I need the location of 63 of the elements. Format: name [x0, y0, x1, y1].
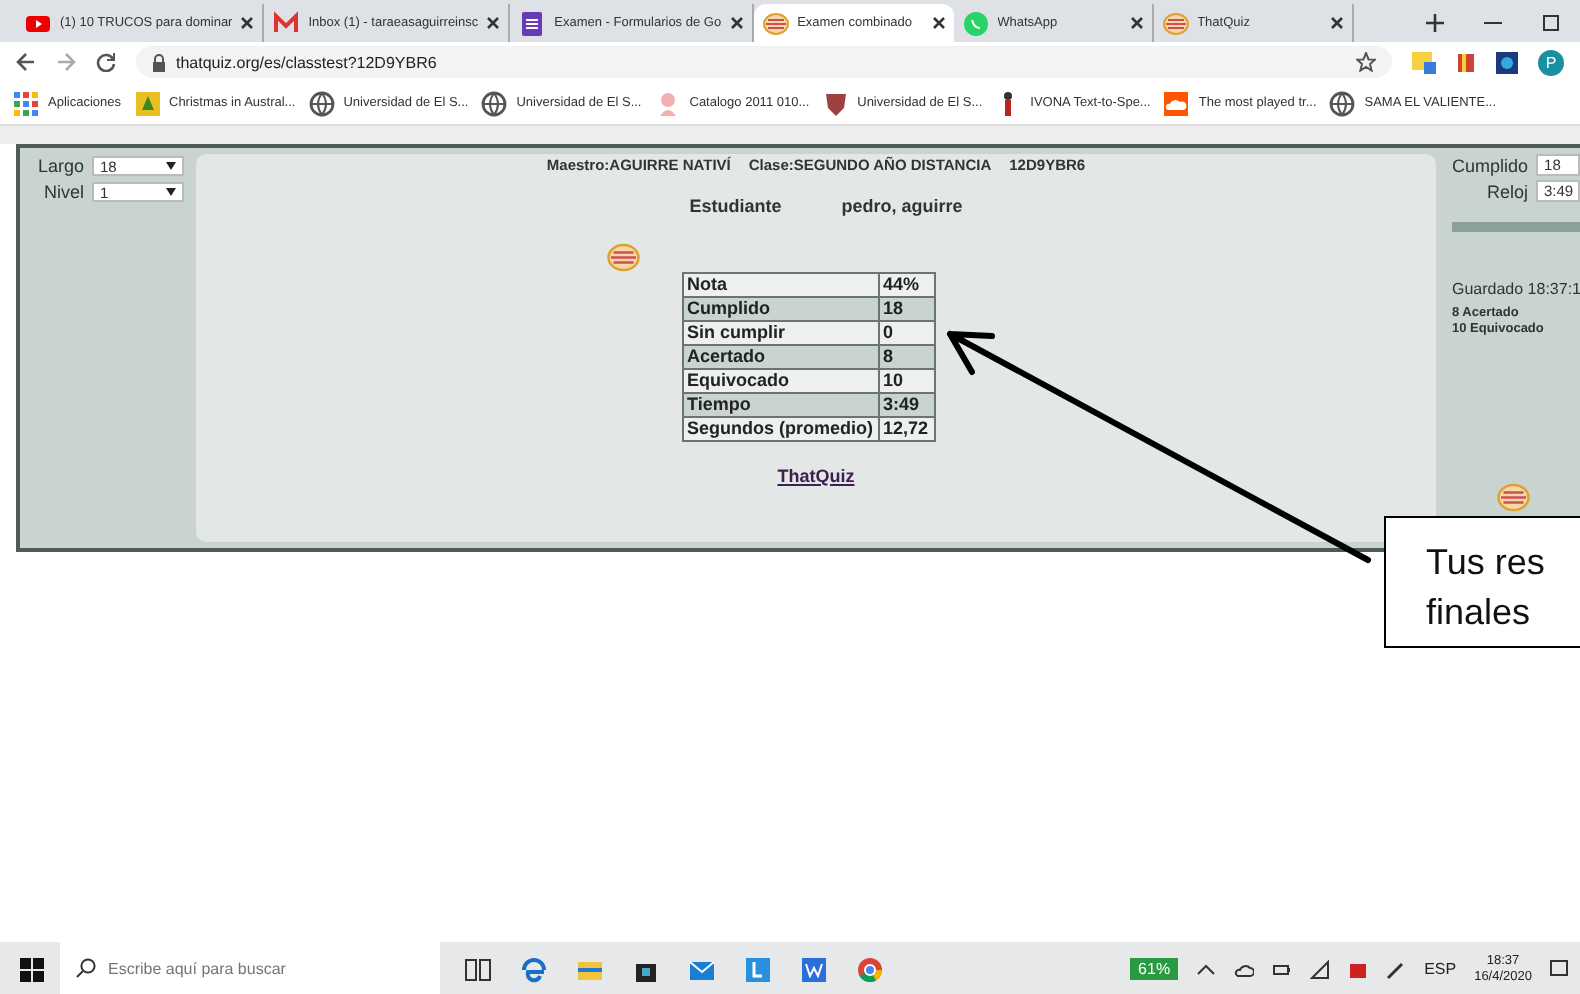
callout-text: Tus res finales — [1384, 516, 1580, 648]
field-label: Cumplido — [1452, 155, 1529, 175]
field-label: Nivel — [43, 182, 84, 202]
battery-icon[interactable] — [1272, 959, 1293, 979]
table-cell: Cumplido — [682, 297, 878, 321]
document-icon[interactable] — [800, 955, 828, 983]
profile-avatar[interactable]: P — [1538, 49, 1564, 75]
windows-icon[interactable] — [20, 957, 44, 981]
close-icon[interactable] — [240, 16, 255, 30]
crest-icon — [821, 89, 850, 117]
globe-icon — [1328, 89, 1357, 117]
table-cell: Nota — [682, 273, 878, 297]
chat-icon — [961, 9, 990, 37]
cloud-icon[interactable] — [1234, 959, 1255, 979]
reload-icon[interactable] — [96, 52, 116, 72]
chrome-icon[interactable] — [856, 955, 884, 983]
extension-icon[interactable] — [1456, 51, 1476, 73]
close-icon[interactable] — [486, 16, 501, 30]
battery-indicator: 61% — [1130, 958, 1179, 980]
table-cell: Sin cumplir — [682, 321, 878, 345]
student-label: Estudiante — [689, 196, 782, 216]
apps-icon — [12, 89, 40, 117]
star-icon[interactable] — [1356, 52, 1376, 72]
close-icon[interactable] — [931, 16, 946, 30]
address-field[interactable]: thatquiz.org/es/classtest?12D9YBR6 — [136, 46, 1392, 78]
thatquiz-link[interactable]: ThatQuiz — [777, 466, 855, 486]
notification-icon[interactable] — [1550, 959, 1568, 979]
close-icon[interactable] — [729, 16, 744, 30]
form-icon — [518, 9, 547, 37]
folder-icon[interactable] — [1412, 50, 1436, 74]
field-label: Largo — [37, 156, 84, 176]
task-view-icon[interactable] — [464, 955, 492, 983]
search-icon — [76, 958, 96, 978]
wifi-icon[interactable] — [1310, 959, 1331, 979]
caret-up-icon[interactable] — [1196, 959, 1217, 979]
extension-icon[interactable] — [1496, 51, 1518, 73]
caret-icon — [166, 188, 176, 196]
back-icon[interactable] — [16, 52, 36, 72]
caret-icon — [166, 162, 176, 170]
close-icon[interactable] — [1129, 16, 1144, 30]
new-tab-icon[interactable] — [1426, 14, 1444, 32]
table-cell: Tiempo — [682, 393, 878, 417]
maximize-icon[interactable] — [1542, 14, 1560, 32]
field-label: Reloj — [1486, 181, 1528, 201]
taskbar-search[interactable]: Escribe aquí para buscar — [60, 942, 440, 994]
table-cell: Segundos (promedio) — [682, 417, 878, 441]
table-cell: Equivocado — [682, 369, 878, 393]
mail-icon — [272, 9, 301, 37]
browser-icon[interactable] — [520, 955, 548, 983]
app-icon[interactable] — [1348, 959, 1369, 979]
saved-time: Guardado 18:37:1 — [1452, 280, 1580, 298]
globe-icon — [307, 89, 336, 117]
lock-icon — [152, 53, 166, 71]
letter-icon[interactable] — [744, 955, 772, 983]
globe-icon — [480, 89, 509, 117]
cloud-icon — [1162, 89, 1191, 117]
student-name: pedro, aguirre — [841, 196, 963, 216]
input-language[interactable]: ESP — [1424, 960, 1457, 978]
close-icon[interactable] — [1329, 16, 1344, 30]
mail-icon[interactable] — [688, 955, 716, 983]
leaf-icon — [133, 89, 161, 117]
table-cell: Acertado — [682, 345, 878, 369]
table-cell: 44% — [878, 273, 934, 297]
